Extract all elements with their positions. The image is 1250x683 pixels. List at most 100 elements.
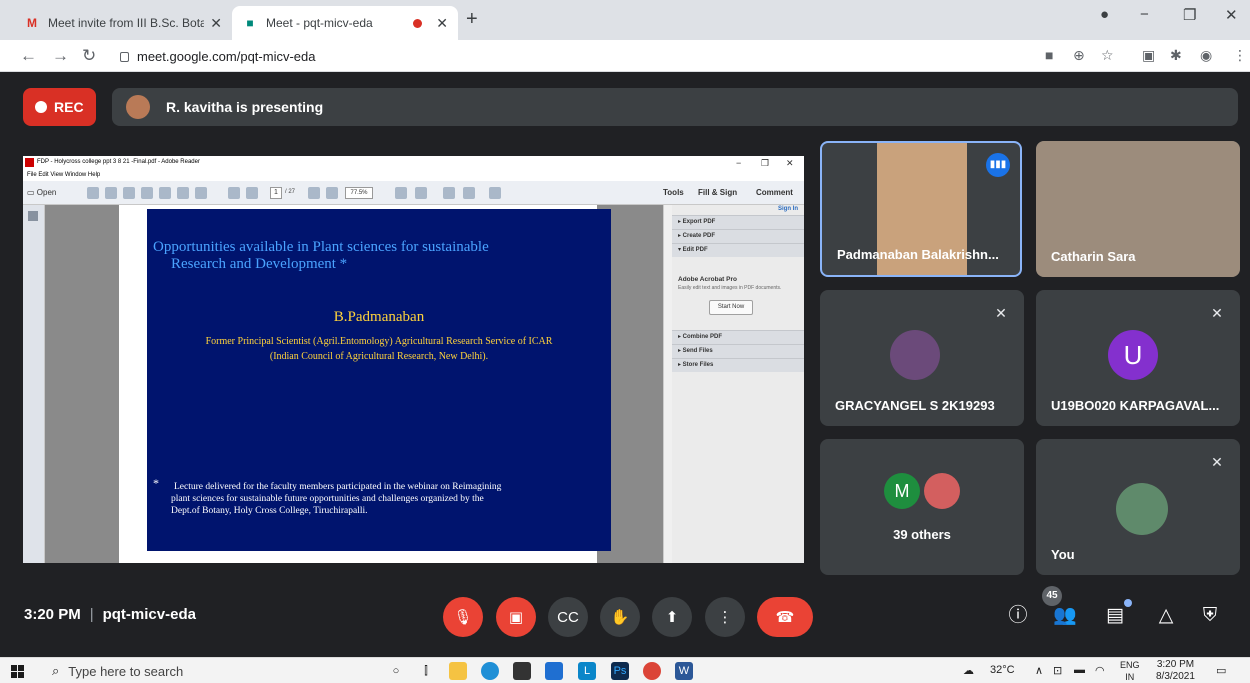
tab-meet[interactable]: ■ Meet - pqt-micv-eda ✕ <box>232 6 458 40</box>
new-tab-button[interactable]: + <box>466 8 478 31</box>
windows-taskbar: ⌕ Type here to search ○ ⫿ L Ps W ☁ 32°C … <box>0 657 1250 683</box>
participant-name: GRACYANGEL S 2K19293 <box>835 398 995 413</box>
puzzle-icon[interactable]: ✱ <box>1170 47 1182 64</box>
menu-icon[interactable]: ⋮ <box>1233 47 1247 64</box>
profile-icon[interactable]: ● <box>1100 6 1109 23</box>
reader-window-title: FDP - Holycross college ppt 3 8 21 -Fina… <box>37 159 200 165</box>
meeting-info-button[interactable]: ⓘ <box>1006 604 1030 628</box>
footnote-line3: Dept.of Botany, Holy Cross College, Tiru… <box>171 506 368 516</box>
close-tab-icon[interactable]: ✕ <box>210 15 222 32</box>
battery-icon[interactable]: ▬ <box>1074 664 1085 676</box>
slide-affiliation-line2: (Indian Council of Agricultural Research… <box>269 351 489 362</box>
page-thumbnail-icon <box>28 211 38 221</box>
zoom-icon[interactable]: ⊕ <box>1073 47 1085 64</box>
tab-meet-invite[interactable]: M Meet invite from III B.Sc. Botany ✕ <box>14 6 232 40</box>
slide-title-line1: Opportunities available in Plant science… <box>153 239 489 255</box>
wifi-icon[interactable]: ◠ <box>1095 664 1105 677</box>
task-view-icon[interactable]: ⫿ <box>417 662 435 680</box>
pdf-page: Opportunities available in Plant science… <box>119 205 611 563</box>
camera-off-button[interactable]: ▣ <box>496 597 536 637</box>
captions-button[interactable]: CC <box>548 597 588 637</box>
reader-open-button: ▭ Open <box>27 188 57 197</box>
export-pdf-section: ▸ Export PDF <box>672 215 804 229</box>
send-files-section: ▸ Send Files <box>672 344 804 358</box>
participant-avatar: M <box>884 473 920 509</box>
footnote-line2: plant sciences for sustainable future op… <box>171 494 484 504</box>
reader-tool-icon <box>395 187 407 199</box>
self-tile[interactable]: ✕ You <box>1036 439 1240 575</box>
reader-comment-label: Comment <box>756 188 793 197</box>
mail-icon[interactable] <box>545 662 563 680</box>
reader-title-bar: FDP - Holycross college ppt 3 8 21 -Fina… <box>23 156 804 169</box>
reader-zoom-in-icon <box>326 187 338 199</box>
others-count: 39 others <box>893 527 951 542</box>
reader-nav-pane <box>23 205 45 563</box>
windows-start-icon[interactable] <box>11 665 24 678</box>
reader-page-total: / 27 <box>285 189 296 195</box>
participant-tile[interactable]: ✕ U U19BO020 KARPAGAVAL... <box>1036 290 1240 426</box>
maximize-button[interactable]: ❐ <box>1183 6 1196 24</box>
reader-page-field: 1 <box>270 187 282 199</box>
network-icon[interactable]: ⊡ <box>1053 664 1062 677</box>
combine-pdf-section: ▸ Combine PDF <box>672 330 804 344</box>
app-l-icon[interactable]: L <box>578 662 596 680</box>
activities-button[interactable]: △ <box>1154 604 1178 628</box>
presenter-avatar <box>126 95 150 119</box>
mic-off-button[interactable]: 🎙 <box>443 597 483 637</box>
taskbar-search[interactable]: ⌕ Type here to search <box>52 658 372 683</box>
participant-tile[interactable]: Catharin Sara <box>1036 141 1240 277</box>
reader-sign-in-link: Sign In <box>778 206 798 212</box>
weather-icon[interactable]: ☁ <box>963 664 974 677</box>
host-controls-button[interactable]: ⛨ <box>1198 604 1222 628</box>
participant-avatar <box>924 473 960 509</box>
close-window-button[interactable]: ✕ <box>1225 6 1238 24</box>
participant-tile[interactable]: ✕ GRACYANGEL S 2K19293 <box>820 290 1024 426</box>
edge-icon[interactable] <box>481 662 499 680</box>
start-now-button: Start Now <box>709 300 753 315</box>
people-count-badge: 45 <box>1042 586 1062 606</box>
cortana-icon[interactable]: ○ <box>387 662 405 680</box>
tray-expand-icon[interactable]: ∧ <box>1035 664 1043 677</box>
store-icon[interactable] <box>513 662 531 680</box>
more-options-button[interactable]: ⋮ <box>705 597 745 637</box>
leave-call-button[interactable]: ☎ <box>757 597 813 637</box>
reader-tool-icon <box>123 187 135 199</box>
file-explorer-icon[interactable] <box>449 662 467 680</box>
participant-avatar <box>890 330 940 380</box>
others-tile[interactable]: M 39 others <box>820 439 1024 575</box>
minimize-button[interactable]: − <box>1140 6 1149 23</box>
temperature[interactable]: 32°C <box>990 664 1015 676</box>
tab-title: Meet invite from III B.Sc. Botany <box>48 16 205 30</box>
language-bottom: IN <box>1125 672 1135 682</box>
slide-title: Opportunities available in Plant science… <box>153 239 593 273</box>
participant-tile[interactable]: ▮▮▮ Padmanaban Balakrishn... <box>820 141 1022 277</box>
taskbar-clock[interactable]: 3:20 PM 8/3/2021 <box>1156 659 1195 683</box>
meeting-details[interactable]: 3:20 PM | pqt-micv-eda <box>24 606 196 623</box>
acrobat-pro-promo: Adobe Acrobat Pro Easily edit text and i… <box>678 276 798 291</box>
slide-affiliation: Former Principal Scientist (Agril.Entomo… <box>147 334 611 364</box>
search-placeholder: Type here to search <box>68 663 184 679</box>
raise-hand-button[interactable]: ✋ <box>600 597 640 637</box>
notifications-icon[interactable]: ▭ <box>1216 664 1226 677</box>
tab-title: Meet - pqt-micv-eda <box>266 16 373 30</box>
reload-button[interactable]: ↻ <box>82 46 96 66</box>
bookmark-star-icon[interactable]: ☆ <box>1101 47 1114 64</box>
people-button[interactable]: 👥 <box>1053 604 1077 628</box>
photoshop-icon[interactable]: Ps <box>611 662 629 680</box>
forward-button[interactable]: → <box>52 46 69 66</box>
word-icon[interactable]: W <box>675 662 693 680</box>
language-indicator[interactable]: ENG IN <box>1120 659 1140 683</box>
avatar-icon[interactable]: ◉ <box>1200 47 1212 64</box>
language-top: ENG <box>1120 660 1140 670</box>
edit-pdf-section: ▾ Edit PDF <box>672 243 804 257</box>
camera-icon[interactable]: ■ <box>1045 47 1053 63</box>
reader-tool-icon <box>228 187 240 199</box>
back-button[interactable]: ← <box>20 46 37 66</box>
url-field[interactable]: meet.google.com/pqt-micv-eda <box>120 49 315 64</box>
chat-button[interactable]: ▤ <box>1103 604 1127 628</box>
close-tab-icon[interactable]: ✕ <box>436 15 448 32</box>
extension-icon[interactable]: ▣ <box>1142 47 1155 64</box>
recording-button[interactable]: REC <box>23 88 96 126</box>
chrome-icon[interactable] <box>643 662 661 680</box>
present-button[interactable]: ⬆ <box>652 597 692 637</box>
